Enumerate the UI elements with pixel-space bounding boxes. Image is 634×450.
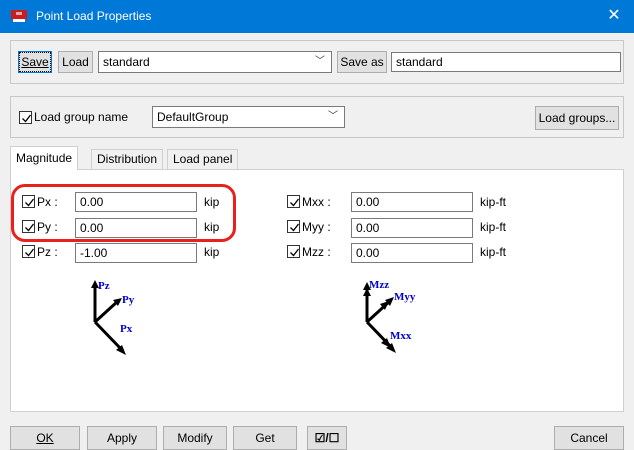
close-icon: ✕	[607, 7, 621, 24]
check-icon	[25, 248, 35, 257]
load-group-checkbox[interactable]	[19, 111, 32, 124]
apply-button[interactable]: Apply	[87, 426, 157, 450]
save-as-button-label: Save as	[340, 55, 384, 69]
check-uncheck-icon: ☑/☐	[314, 431, 340, 445]
mxx-unit: kip-ft	[480, 195, 507, 209]
load-combo-value: standard	[103, 55, 150, 69]
cancel-button-label: Cancel	[570, 431, 608, 445]
check-icon	[22, 114, 32, 123]
title-bar: Point Load Properties ✕	[0, 0, 634, 33]
load-group-label: Load group name	[34, 110, 129, 124]
load-groups-label: Load groups...	[538, 111, 616, 125]
mxx-label: Mxx :	[302, 195, 331, 209]
get-button-label: Get	[255, 431, 275, 445]
mzz-label: Mzz :	[302, 245, 331, 259]
mxx-field[interactable]: 0.00	[351, 192, 473, 212]
check-icon	[290, 223, 300, 232]
window-title: Point Load Properties	[36, 9, 152, 23]
mzz-checkbox[interactable]	[287, 245, 300, 258]
py-axis-label: Py	[122, 294, 135, 306]
mxx-axis-label: Mxx	[390, 330, 412, 342]
tab-magnitude-label: Magnitude	[16, 151, 73, 165]
force-axes-icon	[91, 280, 126, 355]
pz-checkbox[interactable]	[22, 245, 35, 258]
load-group-combo[interactable]: DefaultGroup ﹀	[152, 106, 345, 128]
highlight-annotation	[11, 184, 236, 242]
myy-value: 0.00	[356, 221, 380, 235]
save-button[interactable]: Save	[18, 51, 52, 73]
mzz-unit: kip-ft	[480, 245, 507, 259]
pz-field[interactable]: -1.00	[75, 243, 197, 263]
check-all-toggle-button[interactable]: ☑/☐	[307, 426, 347, 450]
load-groups-button[interactable]: Load groups...	[535, 106, 619, 130]
myy-label: Myy :	[302, 220, 331, 234]
pz-axis-label: Pz	[98, 280, 110, 292]
app-icon	[11, 10, 27, 22]
myy-field[interactable]: 0.00	[351, 218, 473, 238]
tab-distribution-label: Distribution	[97, 152, 158, 166]
myy-checkbox[interactable]	[287, 220, 300, 233]
pz-unit: kip	[204, 245, 220, 259]
myy-unit: kip-ft	[480, 220, 507, 234]
tab-distribution[interactable]: Distribution	[91, 149, 164, 169]
modify-button-label: Modify	[177, 431, 213, 445]
load-button[interactable]: Load	[58, 51, 93, 73]
mzz-axis-label: Mzz	[369, 279, 390, 291]
chevron-down-icon: ﹀	[315, 56, 325, 67]
save-button-label: Save	[19, 52, 51, 72]
tab-magnitude[interactable]: Magnitude	[10, 146, 79, 170]
apply-button-label: Apply	[106, 431, 138, 445]
px-axis-label: Px	[120, 323, 133, 335]
load-group-value: DefaultGroup	[157, 110, 229, 124]
check-icon	[290, 198, 300, 207]
load-button-label: Load	[62, 55, 89, 69]
get-button[interactable]: Get	[233, 426, 297, 450]
tab-load-panel[interactable]: Load panel	[167, 149, 239, 169]
mzz-field[interactable]: 0.00	[351, 243, 473, 263]
close-button[interactable]: ✕	[594, 0, 634, 33]
load-combo[interactable]: standard ﹀	[98, 51, 332, 73]
pz-value: -1.00	[80, 246, 108, 260]
tab-load-panel-label: Load panel	[173, 152, 233, 166]
pz-label: Pz :	[37, 245, 58, 259]
mxx-checkbox[interactable]	[287, 195, 300, 208]
ok-button[interactable]: OK	[10, 426, 80, 450]
modify-button[interactable]: Modify	[163, 426, 227, 450]
chevron-down-icon: ﹀	[328, 111, 338, 122]
save-as-field[interactable]: standard	[391, 52, 621, 72]
mzz-value: 0.00	[356, 246, 380, 260]
ok-button-label: OK	[36, 431, 54, 445]
myy-axis-label: Myy	[394, 291, 416, 303]
save-as-value: standard	[396, 55, 443, 69]
check-icon	[290, 248, 300, 257]
mxx-value: 0.00	[356, 195, 380, 209]
save-as-button[interactable]: Save as	[337, 51, 387, 73]
cancel-button[interactable]: Cancel	[554, 426, 624, 450]
